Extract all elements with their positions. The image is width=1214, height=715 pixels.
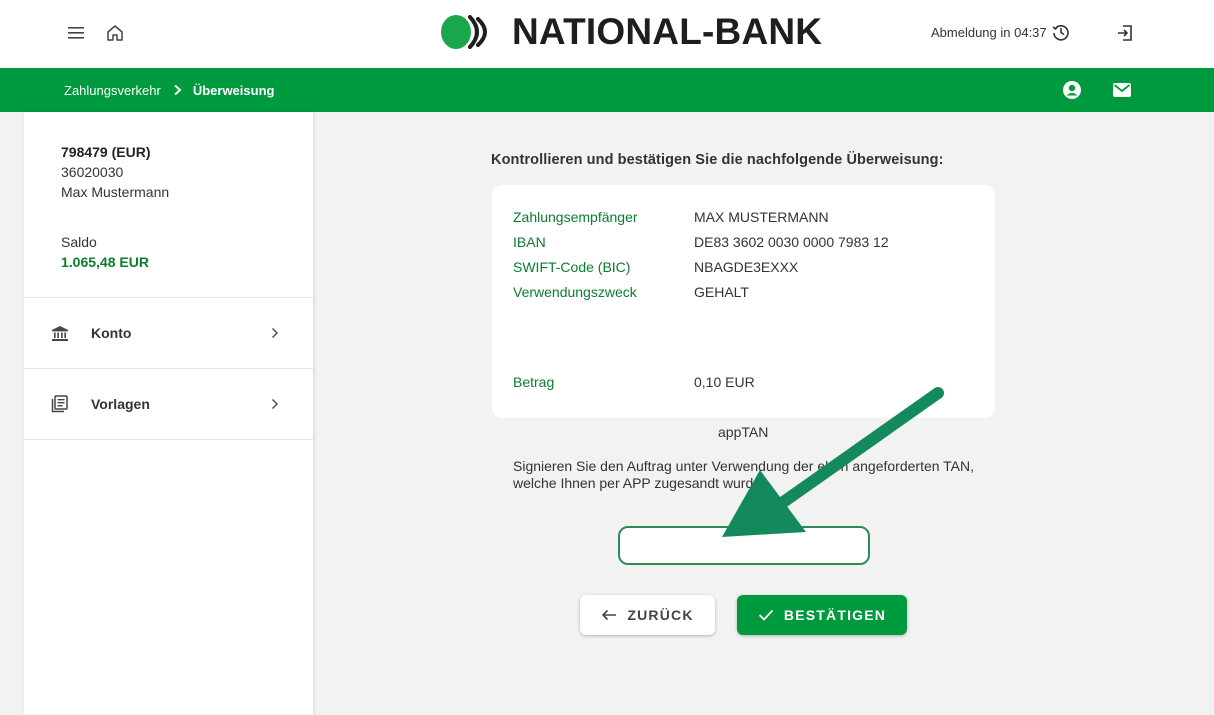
breadcrumb-link-zahlungsverkehr[interactable]: Zahlungsverkehr [64,83,161,98]
arrow-left-icon [601,609,617,621]
checkmark-icon [758,609,774,621]
detail-row-recipient: Zahlungsempfänger MAX MUSTERMANN [513,209,829,225]
history-icon[interactable] [1051,22,1071,42]
detail-row-amount: Betrag 0,10 EUR [513,374,755,390]
account-holder: Max Mustermann [61,184,170,200]
session-timer-text: Abmeldung in 04:37 [931,24,1047,40]
account-blz: 36020030 [61,164,124,180]
page-title: Kontrollieren und bestätigen Sie die nac… [491,152,944,168]
detail-row-bic: SWIFT-Code (BIC) NBAGDE3EXXX [513,259,798,275]
back-button-label: ZURÜCK [627,607,694,623]
detail-label: Verwendungszweck [513,284,637,300]
detail-row-iban: IBAN DE83 3602 0030 0000 7983 12 [513,234,889,250]
balance-label: Saldo [61,234,97,250]
transfer-details-card: Zahlungsempfänger MAX MUSTERMANN IBAN DE… [492,185,995,418]
detail-label: IBAN [513,234,546,250]
templates-icon [50,394,70,414]
detail-label: SWIFT-Code (BIC) [513,259,631,275]
detail-value: MAX MUSTERMANN [694,209,829,225]
tan-instructions: Signieren Sie den Auftrag unter Verwendu… [513,458,975,491]
sidebar-item-konto[interactable]: Konto [24,298,313,369]
confirm-button[interactable]: BESTÄTIGEN [737,595,907,635]
brand-name: NATIONAL-BANK [512,11,823,52]
mail-icon[interactable] [1110,78,1134,102]
top-header: NATIONAL-BANK Abmeldung in 04:37 [0,0,1214,68]
account-summary: 798479 (EUR) 36020030 Max Mustermann Sal… [24,112,313,298]
detail-value: NBAGDE3EXXX [694,259,799,275]
brand-logo-icon [441,15,487,49]
bank-icon [50,323,70,343]
tan-method-label: appTAN [718,424,769,440]
chevron-right-icon [267,324,283,342]
logout-icon[interactable] [1112,20,1138,46]
amount-label: Betrag [513,374,555,390]
account-number: 798479 (EUR) [61,144,151,160]
brand-logo[interactable]: NATIONAL-BANK [440,10,822,54]
back-button[interactable]: ZURÜCK [580,595,715,635]
session-timer: Abmeldung in 04:37 [931,22,1071,42]
chevron-right-icon [267,395,283,413]
amount-value: 0,10 EUR [694,374,755,390]
breadcrumb-bar: Zahlungsverkehr Überweisung [0,68,1214,112]
sidebar-item-vorlagen[interactable]: Vorlagen [24,369,313,440]
breadcrumb: Zahlungsverkehr Überweisung [64,68,274,112]
balance-value: 1.065,48 EUR [61,254,149,270]
chevron-right-icon [173,84,183,96]
home-icon[interactable] [102,20,128,46]
user-profile-icon[interactable] [1060,78,1084,102]
detail-value: DE83 3602 0030 0000 7983 12 [694,234,889,250]
detail-value: GEHALT [694,284,749,300]
detail-row-purpose: Verwendungszweck GEHALT [513,284,749,300]
detail-label: Zahlungsempfänger [513,209,638,225]
sidebar-item-label: Konto [91,325,132,341]
tan-input[interactable] [618,526,870,565]
sidebar: 798479 (EUR) 36020030 Max Mustermann Sal… [24,112,313,715]
menu-icon[interactable] [64,20,90,46]
sidebar-item-label: Vorlagen [91,396,150,412]
breadcrumb-current: Überweisung [192,82,275,98]
confirm-button-label: BESTÄTIGEN [783,607,887,623]
